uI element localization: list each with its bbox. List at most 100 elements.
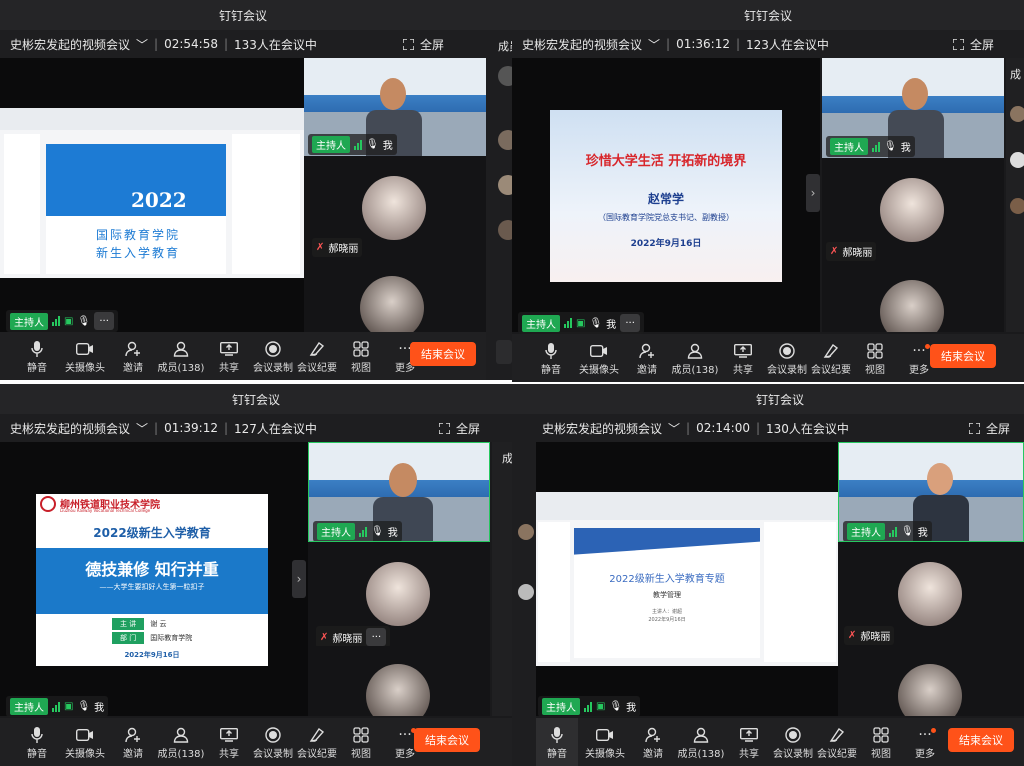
members-button[interactable]: 成员(138) — [156, 718, 206, 760]
view-button[interactable]: 视图 — [340, 718, 382, 760]
record-button[interactable]: 会议录制 — [766, 334, 808, 376]
next-page-button[interactable]: › — [806, 174, 820, 212]
fullscreen-icon — [438, 422, 450, 434]
video-tile-participant[interactable]: ✗ 郝晓丽 ··· — [308, 546, 490, 646]
slide-title: 珍惜大学生活 开拓新的境界 — [585, 154, 747, 169]
shared-slide: 柳州铁道职业技术学院 Liuzhou Railway Vocational Te… — [36, 494, 268, 666]
invite-button[interactable]: 邀请 — [112, 718, 154, 760]
video-tile-participant[interactable]: ✗ 郝晓丽 — [838, 546, 1024, 646]
video-tile-participant-3[interactable] — [822, 266, 1004, 332]
video-tile-host[interactable]: 主持人 🎙 我 — [308, 442, 490, 542]
video-tile-participant-3[interactable] — [304, 262, 486, 332]
video-tile-participant[interactable]: ✗ 郝晓丽 — [304, 158, 486, 258]
mic-muted-icon: ✗ — [320, 631, 329, 643]
window-title-bar: 钉钉会议 — [0, 0, 486, 30]
members-button[interactable]: 成员(138) — [670, 334, 720, 376]
record-button[interactable]: 会议录制 — [772, 718, 814, 760]
more-button[interactable]: ··· 更多 — [904, 718, 946, 760]
minutes-button[interactable]: 会议纪要 — [810, 334, 852, 376]
slide-date: 2022年9月16日 — [630, 239, 702, 249]
more-options-button[interactable]: ··· — [94, 312, 115, 330]
view-button[interactable]: 视图 — [340, 332, 382, 374]
camera-button[interactable]: 关摄像头 — [580, 718, 630, 760]
share-button[interactable]: 共享 — [208, 718, 250, 760]
record-button[interactable]: 会议录制 — [252, 718, 294, 760]
share-button[interactable]: 共享 — [722, 334, 764, 376]
more-options-button[interactable]: ··· — [366, 628, 387, 646]
slide-subtitle: 教学管理 — [653, 591, 681, 599]
video-tile-participant-3[interactable] — [308, 650, 490, 716]
app-title: 钉钉会议 — [231, 392, 280, 407]
members-panel-label: 成 — [1010, 68, 1021, 81]
meeting-title[interactable]: 史彬宏发起的视频会议 — [542, 420, 662, 437]
slide-heading: 2022级新生入学教育 — [93, 526, 211, 540]
end-meeting-button[interactable]: 结束会议 — [930, 344, 996, 368]
mute-button[interactable]: 静音 — [16, 718, 58, 760]
participant-count: 130人在会议中 — [766, 421, 849, 436]
minutes-button[interactable]: 会议纪要 — [816, 718, 858, 760]
fullscreen-button[interactable]: 全屏 — [402, 30, 444, 58]
share-button[interactable]: 共享 — [728, 718, 770, 760]
local-nameplate: 主持人 ▣ 🎙 我 — [6, 696, 109, 717]
fullscreen-button[interactable]: 全屏 — [952, 30, 994, 58]
view-button[interactable]: 视图 — [854, 334, 896, 376]
members-button[interactable]: 成员(138) — [156, 332, 206, 374]
mic-icon: 🎙 — [589, 317, 603, 329]
participant-column: 主持人 🎙 我 ✗ 郝晓丽 ··· — [308, 442, 490, 716]
invite-button[interactable]: 邀请 — [632, 718, 674, 760]
video-tile-host[interactable]: 主持人 🎙 我 — [304, 58, 486, 156]
chevron-down-icon[interactable]: ﹀ — [668, 420, 680, 437]
meeting-title[interactable]: 史彬宏发起的视频会议 — [10, 420, 130, 437]
invite-icon — [125, 341, 140, 357]
slide-sub: ——大学生要扣好人生第一粒扣子 — [99, 583, 205, 591]
meeting-title[interactable]: 史彬宏发起的视频会议 — [10, 36, 130, 53]
video-tile-participant[interactable]: ✗ 郝晓丽 — [822, 162, 1004, 262]
fullscreen-button[interactable]: 全屏 — [438, 414, 480, 442]
video-tile-host[interactable]: 主持人 🎙 我 — [838, 442, 1024, 542]
view-icon — [353, 727, 369, 743]
camera-button[interactable]: 关摄像头 — [60, 718, 110, 760]
local-nameplate: 主持人 ▣ 🎙 ··· — [6, 310, 119, 332]
participant-name: 郝晓丽 — [860, 632, 891, 643]
view-icon — [873, 727, 889, 743]
invite-button[interactable]: 邀请 — [626, 334, 668, 376]
video-tile-participant-3[interactable] — [838, 650, 1024, 716]
camera-button[interactable]: 关摄像头 — [60, 332, 110, 374]
mic-icon: 🎙 — [366, 139, 379, 150]
video-tile-host[interactable]: 主持人 🎙 我 — [822, 58, 1004, 158]
view-button[interactable]: 视图 — [860, 718, 902, 760]
members-icon — [687, 343, 703, 359]
mute-button[interactable]: 静音 — [16, 332, 58, 374]
view-icon — [353, 341, 369, 357]
fullscreen-button[interactable]: 全屏 — [968, 414, 1010, 442]
minutes-button[interactable]: 会议纪要 — [296, 332, 338, 374]
participant-avatar — [360, 276, 424, 332]
slide-title: 2022级新生入学教育专题 — [609, 574, 725, 585]
more-icon: ··· — [398, 727, 412, 743]
invite-icon — [125, 727, 140, 743]
participant-name: 郝晓丽 — [328, 244, 359, 255]
chevron-down-icon[interactable]: ﹀ — [648, 36, 660, 53]
end-meeting-button[interactable]: 结束会议 — [410, 342, 476, 366]
end-meeting-button[interactable]: 结束会议 — [948, 728, 1014, 752]
background-window-strip-1: 成员 — [486, 0, 512, 380]
record-button[interactable]: 会议录制 — [252, 332, 294, 374]
share-button[interactable]: 共享 — [208, 332, 250, 374]
screen-share-icon: ▣ — [596, 701, 606, 712]
record-icon — [785, 727, 801, 743]
camera-button[interactable]: 关摄像头 — [574, 334, 624, 376]
mute-button[interactable]: 静音 — [530, 334, 572, 376]
slide-date: 2022年9月16日 — [124, 651, 180, 659]
next-page-button[interactable]: › — [292, 560, 306, 598]
minutes-button[interactable]: 会议纪要 — [296, 718, 338, 760]
screen-share-icon: ▣ — [576, 317, 586, 329]
chevron-down-icon[interactable]: ﹀ — [136, 420, 148, 437]
shared-screen: 珍惜大学生活 开拓新的境界 赵常学 （国际教育学院党总支书记、副教授） 2022… — [512, 58, 820, 334]
more-options-button[interactable]: ··· — [620, 314, 641, 332]
mute-button[interactable]: 静音 — [536, 718, 578, 766]
meeting-title[interactable]: 史彬宏发起的视频会议 — [522, 36, 642, 53]
end-meeting-button[interactable]: 结束会议 — [414, 728, 480, 752]
chevron-down-icon[interactable]: ﹀ — [136, 36, 148, 53]
invite-button[interactable]: 邀请 — [112, 332, 154, 374]
members-button[interactable]: 成员(138) — [676, 718, 726, 760]
